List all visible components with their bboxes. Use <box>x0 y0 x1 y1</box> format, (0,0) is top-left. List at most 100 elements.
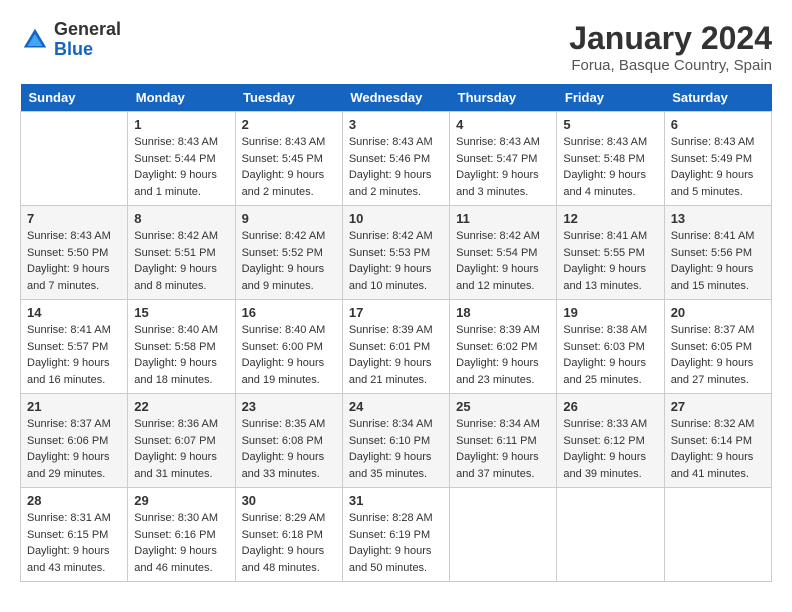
day-cell: 14 Sunrise: 8:41 AMSunset: 5:57 PMDaylig… <box>21 300 128 394</box>
day-cell: 29 Sunrise: 8:30 AMSunset: 6:16 PMDaylig… <box>128 488 235 582</box>
day-number: 20 <box>671 305 765 320</box>
day-number: 19 <box>563 305 657 320</box>
day-cell: 25 Sunrise: 8:34 AMSunset: 6:11 PMDaylig… <box>450 394 557 488</box>
day-cell <box>557 488 664 582</box>
day-cell: 6 Sunrise: 8:43 AMSunset: 5:49 PMDayligh… <box>664 112 771 206</box>
cell-content: Sunrise: 8:42 AMSunset: 5:52 PMDaylight:… <box>242 230 326 292</box>
cell-content: Sunrise: 8:42 AMSunset: 5:53 PMDaylight:… <box>349 230 433 292</box>
day-cell: 21 Sunrise: 8:37 AMSunset: 6:06 PMDaylig… <box>21 394 128 488</box>
day-number: 16 <box>242 305 336 320</box>
day-number: 5 <box>563 117 657 132</box>
day-cell <box>450 488 557 582</box>
day-cell: 9 Sunrise: 8:42 AMSunset: 5:52 PMDayligh… <box>235 206 342 300</box>
day-cell: 15 Sunrise: 8:40 AMSunset: 5:58 PMDaylig… <box>128 300 235 394</box>
cell-content: Sunrise: 8:40 AMSunset: 5:58 PMDaylight:… <box>134 324 218 386</box>
day-number: 28 <box>27 493 121 508</box>
cell-content: Sunrise: 8:28 AMSunset: 6:19 PMDaylight:… <box>349 512 433 574</box>
day-number: 26 <box>563 399 657 414</box>
day-cell: 5 Sunrise: 8:43 AMSunset: 5:48 PMDayligh… <box>557 112 664 206</box>
day-number: 1 <box>134 117 228 132</box>
day-cell: 23 Sunrise: 8:35 AMSunset: 6:08 PMDaylig… <box>235 394 342 488</box>
day-cell: 4 Sunrise: 8:43 AMSunset: 5:47 PMDayligh… <box>450 112 557 206</box>
cell-content: Sunrise: 8:43 AMSunset: 5:48 PMDaylight:… <box>563 136 647 198</box>
header-row: SundayMondayTuesdayWednesdayThursdayFrid… <box>21 84 772 112</box>
cell-content: Sunrise: 8:42 AMSunset: 5:54 PMDaylight:… <box>456 230 540 292</box>
day-header-wednesday: Wednesday <box>342 84 449 112</box>
cell-content: Sunrise: 8:30 AMSunset: 6:16 PMDaylight:… <box>134 512 218 574</box>
cell-content: Sunrise: 8:39 AMSunset: 6:01 PMDaylight:… <box>349 324 433 386</box>
day-cell: 16 Sunrise: 8:40 AMSunset: 6:00 PMDaylig… <box>235 300 342 394</box>
day-number: 17 <box>349 305 443 320</box>
day-header-sunday: Sunday <box>21 84 128 112</box>
logo-text: General Blue <box>54 20 121 60</box>
week-row-2: 7 Sunrise: 8:43 AMSunset: 5:50 PMDayligh… <box>21 206 772 300</box>
day-header-thursday: Thursday <box>450 84 557 112</box>
day-number: 24 <box>349 399 443 414</box>
day-number: 8 <box>134 211 228 226</box>
week-row-1: 1 Sunrise: 8:43 AMSunset: 5:44 PMDayligh… <box>21 112 772 206</box>
cell-content: Sunrise: 8:36 AMSunset: 6:07 PMDaylight:… <box>134 418 218 480</box>
cell-content: Sunrise: 8:43 AMSunset: 5:50 PMDaylight:… <box>27 230 111 292</box>
day-number: 14 <box>27 305 121 320</box>
day-cell: 28 Sunrise: 8:31 AMSunset: 6:15 PMDaylig… <box>21 488 128 582</box>
day-cell: 8 Sunrise: 8:42 AMSunset: 5:51 PMDayligh… <box>128 206 235 300</box>
day-number: 6 <box>671 117 765 132</box>
title-block: January 2024 Forua, Basque Country, Spai… <box>569 20 772 74</box>
location: Forua, Basque Country, Spain <box>569 57 772 74</box>
day-cell: 17 Sunrise: 8:39 AMSunset: 6:01 PMDaylig… <box>342 300 449 394</box>
day-header-monday: Monday <box>128 84 235 112</box>
cell-content: Sunrise: 8:33 AMSunset: 6:12 PMDaylight:… <box>563 418 647 480</box>
day-number: 3 <box>349 117 443 132</box>
day-number: 15 <box>134 305 228 320</box>
day-cell: 11 Sunrise: 8:42 AMSunset: 5:54 PMDaylig… <box>450 206 557 300</box>
day-cell: 27 Sunrise: 8:32 AMSunset: 6:14 PMDaylig… <box>664 394 771 488</box>
day-number: 18 <box>456 305 550 320</box>
cell-content: Sunrise: 8:39 AMSunset: 6:02 PMDaylight:… <box>456 324 540 386</box>
month-title: January 2024 <box>569 20 772 57</box>
cell-content: Sunrise: 8:43 AMSunset: 5:45 PMDaylight:… <box>242 136 326 198</box>
day-header-tuesday: Tuesday <box>235 84 342 112</box>
day-cell: 22 Sunrise: 8:36 AMSunset: 6:07 PMDaylig… <box>128 394 235 488</box>
page-header: General Blue January 2024 Forua, Basque … <box>20 20 772 74</box>
day-cell: 26 Sunrise: 8:33 AMSunset: 6:12 PMDaylig… <box>557 394 664 488</box>
day-number: 27 <box>671 399 765 414</box>
day-cell: 7 Sunrise: 8:43 AMSunset: 5:50 PMDayligh… <box>21 206 128 300</box>
day-cell: 20 Sunrise: 8:37 AMSunset: 6:05 PMDaylig… <box>664 300 771 394</box>
day-cell: 2 Sunrise: 8:43 AMSunset: 5:45 PMDayligh… <box>235 112 342 206</box>
cell-content: Sunrise: 8:37 AMSunset: 6:06 PMDaylight:… <box>27 418 111 480</box>
cell-content: Sunrise: 8:34 AMSunset: 6:11 PMDaylight:… <box>456 418 540 480</box>
week-row-3: 14 Sunrise: 8:41 AMSunset: 5:57 PMDaylig… <box>21 300 772 394</box>
day-cell <box>664 488 771 582</box>
day-cell <box>21 112 128 206</box>
cell-content: Sunrise: 8:34 AMSunset: 6:10 PMDaylight:… <box>349 418 433 480</box>
cell-content: Sunrise: 8:29 AMSunset: 6:18 PMDaylight:… <box>242 512 326 574</box>
cell-content: Sunrise: 8:41 AMSunset: 5:56 PMDaylight:… <box>671 230 755 292</box>
logo: General Blue <box>20 20 121 60</box>
day-cell: 3 Sunrise: 8:43 AMSunset: 5:46 PMDayligh… <box>342 112 449 206</box>
week-row-4: 21 Sunrise: 8:37 AMSunset: 6:06 PMDaylig… <box>21 394 772 488</box>
cell-content: Sunrise: 8:32 AMSunset: 6:14 PMDaylight:… <box>671 418 755 480</box>
day-cell: 31 Sunrise: 8:28 AMSunset: 6:19 PMDaylig… <box>342 488 449 582</box>
day-number: 25 <box>456 399 550 414</box>
day-number: 7 <box>27 211 121 226</box>
cell-content: Sunrise: 8:41 AMSunset: 5:57 PMDaylight:… <box>27 324 111 386</box>
day-number: 12 <box>563 211 657 226</box>
day-number: 11 <box>456 211 550 226</box>
day-number: 21 <box>27 399 121 414</box>
cell-content: Sunrise: 8:35 AMSunset: 6:08 PMDaylight:… <box>242 418 326 480</box>
cell-content: Sunrise: 8:43 AMSunset: 5:47 PMDaylight:… <box>456 136 540 198</box>
day-cell: 1 Sunrise: 8:43 AMSunset: 5:44 PMDayligh… <box>128 112 235 206</box>
day-number: 9 <box>242 211 336 226</box>
cell-content: Sunrise: 8:43 AMSunset: 5:49 PMDaylight:… <box>671 136 755 198</box>
cell-content: Sunrise: 8:42 AMSunset: 5:51 PMDaylight:… <box>134 230 218 292</box>
day-number: 4 <box>456 117 550 132</box>
day-cell: 19 Sunrise: 8:38 AMSunset: 6:03 PMDaylig… <box>557 300 664 394</box>
day-cell: 12 Sunrise: 8:41 AMSunset: 5:55 PMDaylig… <box>557 206 664 300</box>
cell-content: Sunrise: 8:38 AMSunset: 6:03 PMDaylight:… <box>563 324 647 386</box>
day-number: 13 <box>671 211 765 226</box>
day-header-friday: Friday <box>557 84 664 112</box>
day-header-saturday: Saturday <box>664 84 771 112</box>
cell-content: Sunrise: 8:43 AMSunset: 5:46 PMDaylight:… <box>349 136 433 198</box>
day-cell: 10 Sunrise: 8:42 AMSunset: 5:53 PMDaylig… <box>342 206 449 300</box>
day-number: 29 <box>134 493 228 508</box>
